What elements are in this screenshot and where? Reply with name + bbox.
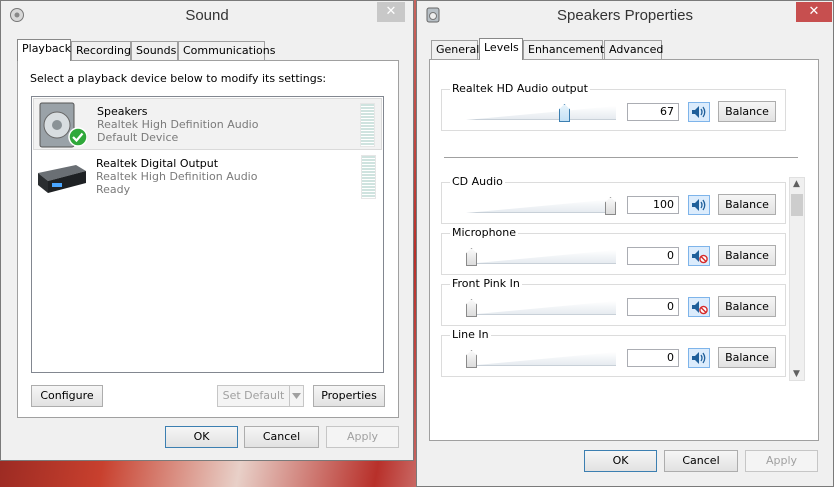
slider-track [466, 301, 616, 315]
speakers-title: Speakers Properties [557, 7, 693, 24]
slider-thumb[interactable] [559, 104, 570, 122]
device-driver: Realtek High Definition Audio [96, 170, 258, 183]
mute-button[interactable] [688, 297, 710, 317]
device-driver: Realtek High Definition Audio [97, 118, 259, 131]
apply-button[interactable]: Apply [745, 450, 818, 472]
slider-track [466, 106, 616, 120]
volume-slider[interactable] [466, 350, 616, 370]
balance-button[interactable]: Balance [718, 194, 776, 215]
level-control: Microphone 0 Balance [441, 226, 786, 275]
configure-button[interactable]: Configure [31, 385, 103, 407]
tab-advanced[interactable]: Advanced [604, 40, 663, 60]
level-control: Line In 0 Balance [441, 328, 786, 377]
slider-thumb[interactable] [466, 248, 477, 266]
speaker-muted-icon [692, 301, 708, 315]
balance-button[interactable]: Balance [718, 347, 776, 368]
tab-enhancements[interactable]: Enhancements [523, 40, 610, 60]
level-meter [361, 155, 376, 199]
slider-thumb[interactable] [466, 350, 477, 368]
level-value-input[interactable]: 0 [627, 247, 679, 265]
level-label: Microphone [450, 226, 519, 239]
slider-track [466, 250, 616, 264]
tab-recording[interactable]: Recording [71, 41, 131, 61]
level-value-input[interactable]: 67 [627, 103, 679, 121]
volume-slider[interactable] [466, 248, 616, 268]
balance-button[interactable]: Balance [718, 101, 776, 122]
set-default-button[interactable]: Set Default [217, 385, 289, 407]
speaker-icon [692, 352, 706, 364]
divider [444, 157, 798, 158]
chevron-down-icon [292, 393, 301, 399]
tab-sounds[interactable]: Sounds [131, 41, 178, 61]
level-label: Realtek HD Audio output [450, 82, 590, 95]
slider-thumb[interactable] [466, 299, 477, 317]
speakers-titlebar[interactable]: Speakers Properties ✕ [417, 1, 833, 31]
mute-button[interactable] [688, 102, 710, 122]
set-default-dropdown[interactable] [289, 385, 304, 407]
slider-track [466, 199, 616, 213]
tab-levels[interactable]: Levels [479, 38, 523, 60]
speakers-icon [39, 102, 87, 148]
sound-window: Sound ✕ Playback Recording Sounds Commun… [0, 0, 414, 461]
sound-title: Sound [185, 7, 229, 24]
sound-titlebar[interactable]: Sound ✕ [1, 1, 413, 31]
volume-slider[interactable] [466, 299, 616, 319]
instruction-text: Select a playback device below to modify… [30, 72, 327, 85]
device-list: Speakers Realtek High Definition Audio D… [31, 96, 384, 373]
level-value-input[interactable]: 0 [627, 349, 679, 367]
tab-communications[interactable]: Communications [178, 41, 275, 61]
mute-button[interactable] [688, 195, 710, 215]
speaker-muted-icon [692, 250, 708, 264]
cancel-button[interactable]: Cancel [664, 450, 738, 472]
level-label: Line In [450, 328, 491, 341]
ok-button[interactable]: OK [165, 426, 238, 448]
tab-general[interactable]: General [431, 40, 479, 60]
cancel-button[interactable]: Cancel [244, 426, 319, 448]
scroll-down-icon[interactable]: ▼ [793, 369, 800, 379]
properties-button[interactable]: Properties [313, 385, 385, 407]
sound-close-button[interactable]: ✕ [377, 2, 405, 22]
level-control: Front Pink In 0 Balance [441, 277, 786, 326]
apply-button[interactable]: Apply [326, 426, 399, 448]
slider-track [466, 352, 616, 366]
device-status: Default Device [97, 131, 179, 144]
balance-button[interactable]: Balance [718, 245, 776, 266]
level-control: Realtek HD Audio output 67 Balance [441, 82, 786, 131]
level-value-input[interactable]: 0 [627, 298, 679, 316]
scroll-up-icon[interactable]: ▲ [793, 179, 800, 189]
speaker-icon [692, 106, 706, 118]
levels-scrollbar[interactable]: ▲ ▼ [789, 177, 805, 381]
mute-button[interactable] [688, 348, 710, 368]
device-status: Ready [96, 183, 131, 196]
speaker-icon [692, 199, 706, 211]
digital-output-icon [38, 165, 86, 193]
device-item-speakers[interactable]: Speakers Realtek High Definition Audio D… [33, 98, 382, 150]
device-name: Realtek Digital Output [96, 157, 219, 170]
device-item-digital-output[interactable]: Realtek Digital Output Realtek High Defi… [33, 151, 382, 203]
volume-slider[interactable] [466, 197, 616, 217]
ok-button[interactable]: OK [584, 450, 657, 472]
balance-button[interactable]: Balance [718, 296, 776, 317]
volume-slider[interactable] [466, 104, 616, 124]
level-value-input[interactable]: 100 [627, 196, 679, 214]
level-label: Front Pink In [450, 277, 522, 290]
device-name: Speakers [97, 105, 148, 118]
level-label: CD Audio [450, 175, 505, 188]
scroll-thumb[interactable] [791, 194, 803, 216]
level-meter [360, 103, 375, 147]
speakers-close-button[interactable]: ✕ [796, 2, 832, 22]
level-control: CD Audio 100 Balance [441, 175, 786, 224]
tab-playback[interactable]: Playback [17, 39, 71, 61]
mute-button[interactable] [688, 246, 710, 266]
